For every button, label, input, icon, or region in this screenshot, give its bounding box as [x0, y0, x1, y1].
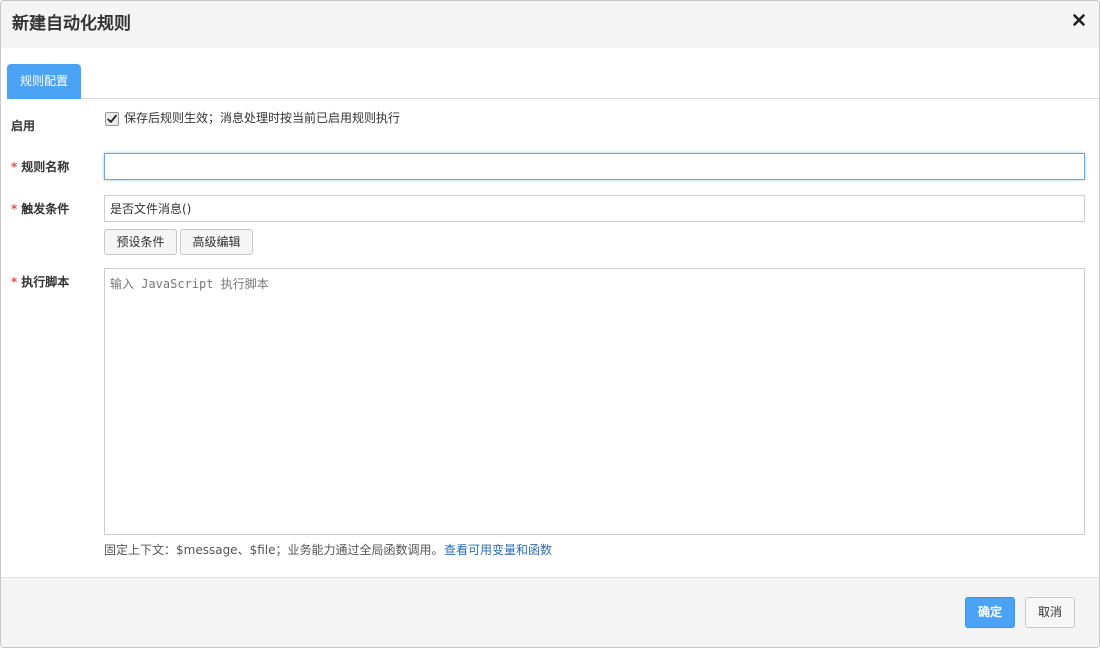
dialog-header: 新建自动化规则 — [1, 1, 1099, 48]
check-icon — [107, 114, 117, 123]
enable-checkbox[interactable] — [105, 112, 119, 126]
trigger-label: * 触发条件 — [11, 201, 69, 217]
view-variables-link[interactable]: 查看可用变量和函数 — [444, 542, 552, 558]
rule-name-label-text: 规则名称 — [21, 160, 70, 174]
preset-condition-button[interactable]: 预设条件 — [104, 229, 177, 255]
required-mark: * — [11, 160, 18, 174]
trigger-condition-input[interactable] — [104, 195, 1085, 222]
close-icon[interactable] — [1071, 12, 1087, 28]
rule-name-input[interactable] — [104, 153, 1085, 180]
advanced-edit-button[interactable]: 高级编辑 — [180, 229, 253, 255]
confirm-button[interactable]: 确定 — [965, 597, 1015, 628]
enable-label-text: 启用 — [11, 119, 36, 133]
script-context-hint: 固定上下文：$message、$file；业务能力通过全局函数调用。 — [104, 543, 444, 557]
dialog-footer — [1, 577, 1099, 647]
script-editor[interactable] — [104, 268, 1085, 535]
enable-label: 启用 — [11, 118, 35, 134]
tab-rule-config[interactable]: 规则配置 — [7, 64, 81, 99]
automation-rule-dialog: 新建自动化规则 规则配置 启用 保存后规则生效；消息处理时按当前已启用规则执行 … — [0, 0, 1100, 648]
trigger-label-text: 触发条件 — [21, 202, 70, 216]
rule-name-label: * 规则名称 — [11, 159, 69, 175]
script-label-text: 执行脚本 — [21, 275, 70, 289]
cancel-button[interactable]: 取消 — [1025, 597, 1075, 628]
dialog-title: 新建自动化规则 — [12, 14, 131, 34]
enable-description: 保存后规则生效；消息处理时按当前已启用规则执行 — [124, 111, 401, 125]
required-mark: * — [11, 275, 18, 289]
required-mark: * — [11, 202, 18, 216]
script-label: * 执行脚本 — [11, 274, 69, 290]
tab-bar: 规则配置 — [7, 64, 1099, 99]
